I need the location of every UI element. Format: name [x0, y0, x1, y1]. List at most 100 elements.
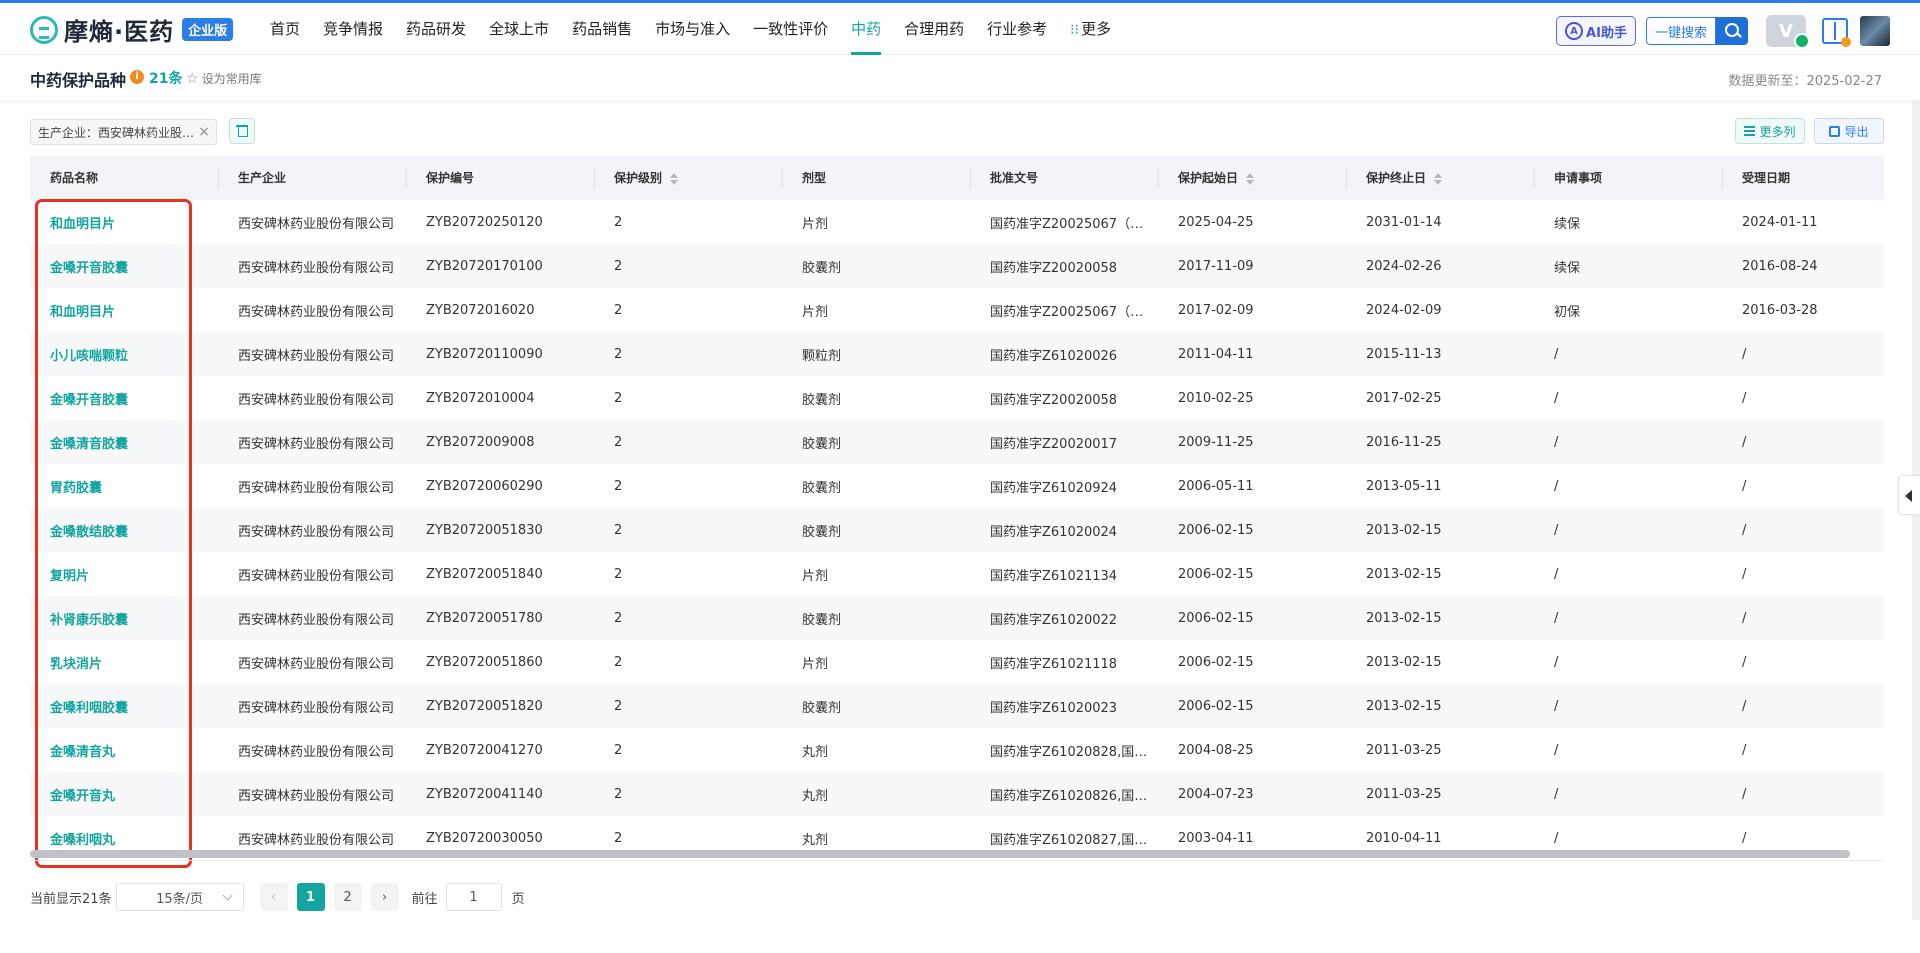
column-header-3[interactable]: 保护级别 [594, 156, 782, 200]
divider [30, 860, 1884, 861]
drug-name-link[interactable]: 金嗓清音丸 [30, 741, 218, 760]
search-icon[interactable] [1716, 17, 1748, 45]
table-body: 和血明目片 西安碑林药业股份有限公司 ZYB20720250120 2 片剂 国药准字Z2… [30, 200, 1884, 860]
horizontal-scrollbar[interactable] [30, 850, 1850, 858]
nav-item-0[interactable]: 首页 [270, 3, 300, 55]
table-cell: 2 [614, 610, 623, 626]
table-cell: 西安碑林药业股份有限公司 [238, 260, 395, 276]
nav-item-9[interactable]: 行业参考 [987, 3, 1047, 55]
table-cell: 2003-04-11 [1178, 830, 1254, 846]
drug-name-link[interactable]: 补肾康乐胶囊 [30, 609, 218, 628]
table-cell: ZYB2072009008 [426, 434, 535, 450]
nav-item-10[interactable]: ⁝⁝ 更多 [1070, 3, 1111, 55]
table-cell: 丸剂 [802, 744, 829, 760]
table-cell: 西安碑林药业股份有限公司 [238, 744, 395, 760]
page-button[interactable]: 2 [333, 883, 362, 911]
table-cell: / [1742, 346, 1747, 362]
nav-item-2[interactable]: 药品研发 [406, 3, 466, 55]
drug-name-link[interactable]: 复明片 [30, 565, 218, 584]
sort-icon[interactable] [1434, 172, 1443, 185]
table-row: 金嗓利咽胶囊 西安碑林药业股份有限公司 ZYB20720051820 2 胶囊剂 国药准字… [30, 684, 1884, 728]
list-icon [1744, 126, 1756, 136]
drug-name-link[interactable]: 和血明目片 [30, 213, 218, 232]
table-cell: ZYB20720250120 [426, 214, 543, 230]
nav-item-1[interactable]: 竞争情报 [323, 3, 383, 55]
ai-assistant-button[interactable]: A AI助手 [1556, 16, 1636, 46]
goto-page-input[interactable]: 1 [445, 883, 502, 911]
drug-name-link[interactable]: 金嗓开音丸 [30, 785, 218, 804]
drug-name-link[interactable]: 金嗓散结胶囊 [30, 521, 218, 540]
table-cell: ZYB20720051780 [426, 610, 543, 626]
nav-item-label: 竞争情报 [323, 20, 384, 38]
page-size-select[interactable]: 15条/页 [115, 883, 244, 911]
table-cell: 2011-03-25 [1366, 786, 1442, 802]
table-cell: 2013-02-15 [1366, 654, 1442, 670]
nav-item-label: 全球上市 [489, 20, 550, 38]
nav-item-3[interactable]: 全球上市 [489, 3, 549, 55]
table-cell: 国药准字Z61020924 [990, 480, 1118, 496]
set-favorite-button[interactable]: ☆ 设为常用库 [186, 70, 262, 87]
more-columns-button[interactable]: 更多列 [1735, 118, 1805, 144]
nav-item-5[interactable]: 市场与准入 [655, 3, 730, 55]
table-cell: 2 [614, 830, 623, 846]
prev-page-button[interactable]: ‹ [259, 883, 288, 911]
info-icon[interactable]: i [130, 70, 144, 84]
nav-item-4[interactable]: 药品销售 [572, 3, 632, 55]
drug-name-link[interactable]: 乳块消片 [30, 653, 218, 672]
table-cell: 2 [614, 346, 623, 362]
drug-name-link[interactable]: 金嗓开音胶囊 [30, 257, 218, 276]
table-cell: 西安碑林药业股份有限公司 [238, 612, 395, 628]
vip-icon[interactable]: V [1766, 15, 1810, 49]
column-header-label: 保护级别 [614, 171, 663, 185]
column-header-label: 剂型 [802, 171, 827, 185]
avatar[interactable] [1860, 16, 1890, 46]
quick-search: 一键搜索 [1646, 17, 1748, 45]
sort-icon[interactable] [1246, 172, 1255, 185]
column-header-7[interactable]: 保护终止日 [1346, 156, 1534, 200]
table-cell: 2 [614, 786, 623, 802]
collapse-panel-tab[interactable] [1898, 475, 1920, 515]
column-header-2: 保护编号 [406, 156, 594, 200]
table-cell: ZYB20720051860 [426, 654, 543, 670]
next-page-button[interactable]: › [370, 883, 399, 911]
drug-name-link[interactable]: 和血明目片 [30, 301, 218, 320]
table-cell: 2006-02-15 [1178, 654, 1254, 670]
close-icon[interactable]: × [198, 124, 210, 140]
table-cell: 2010-02-25 [1178, 390, 1254, 406]
table-cell: 西安碑林药业股份有限公司 [238, 480, 395, 496]
column-header-label: 批准文号 [990, 171, 1039, 185]
table-row: 金嗓散结胶囊 西安碑林药业股份有限公司 ZYB20720051830 2 胶囊剂 国药准字… [30, 508, 1884, 552]
export-button[interactable]: 导出 [1814, 118, 1884, 144]
data-table: 药品名称 生产企业 保护编号 保护级别 剂型 批准文号 保护起始日 保护终止日 申请事项 受理日期… [30, 156, 1884, 860]
ai-label: AI助手 [1586, 25, 1627, 41]
nav-item-6[interactable]: 一致性评价 [753, 3, 828, 55]
table-cell: ZYB20720051830 [426, 522, 543, 538]
table-cell: 颗粒剂 [802, 348, 842, 364]
clear-filters-trash-icon[interactable] [229, 118, 255, 144]
drug-name-link[interactable]: 金嗓利咽丸 [30, 829, 218, 848]
table-cell: 片剂 [802, 568, 829, 584]
sort-icon[interactable] [670, 172, 679, 185]
table-cell: 2010-04-11 [1366, 830, 1442, 846]
book-icon[interactable] [1822, 18, 1851, 47]
page-numbers: 12 [296, 883, 371, 911]
table-cell: ZYB20720041140 [426, 786, 543, 802]
table-cell: ZYB20720041270 [426, 742, 543, 758]
drug-name-link[interactable]: 金嗓利咽胶囊 [30, 697, 218, 716]
page-button[interactable]: 1 [296, 883, 325, 911]
column-header-6[interactable]: 保护起始日 [1158, 156, 1346, 200]
drug-name-link[interactable]: 金嗓清音胶囊 [30, 433, 218, 452]
table-header: 药品名称 生产企业 保护编号 保护级别 剂型 批准文号 保护起始日 保护终止日 申请事项 受理日期 [30, 156, 1884, 200]
table-cell: 西安碑林药业股份有限公司 [238, 348, 395, 364]
drug-name-link[interactable]: 金嗓开音胶囊 [30, 389, 218, 408]
drug-name-link[interactable]: 小儿咳喘颗粒 [30, 345, 218, 364]
quick-search-button[interactable]: 一键搜索 [1646, 17, 1716, 45]
table-cell: / [1554, 654, 1559, 670]
nav-item-7[interactable]: 中药 [851, 3, 882, 55]
drug-name-link[interactable]: 胃药胶囊 [30, 477, 218, 496]
nav-item-8[interactable]: 合理用药 [904, 3, 964, 55]
filter-chip[interactable]: 生产企业：西安碑林药业股份有限公司 × [30, 119, 217, 145]
brand-logo[interactable]: 摩熵·医药 企业版 [30, 12, 234, 47]
table-cell: 片剂 [802, 216, 829, 232]
export-icon [1829, 125, 1841, 137]
